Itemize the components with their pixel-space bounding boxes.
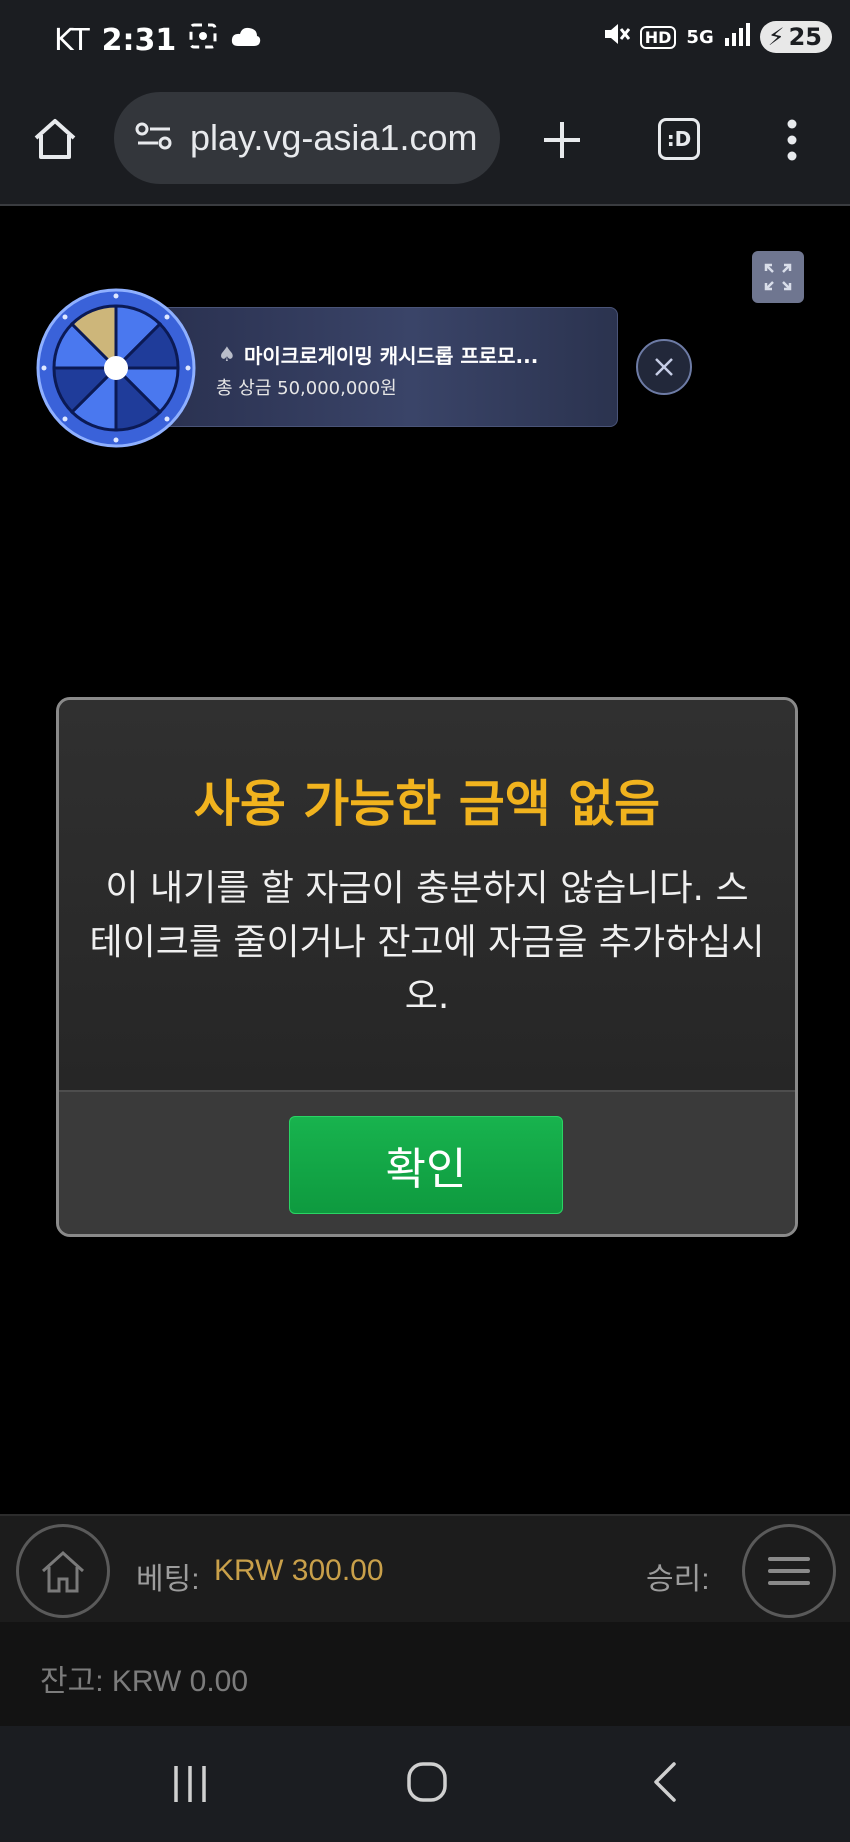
charging-icon: ⚡	[767, 23, 785, 51]
hamburger-icon	[768, 1557, 810, 1585]
site-settings-icon[interactable]	[134, 120, 174, 156]
promo-title[interactable]: 마이크로게이밍 캐시드롭 프로모...	[244, 340, 538, 369]
screenshot-icon	[188, 22, 218, 58]
close-icon	[655, 358, 673, 376]
url-text[interactable]: play.vg-asia1.com	[190, 117, 490, 159]
home-icon[interactable]	[30, 114, 80, 168]
tab-switcher-button[interactable]: :D	[658, 118, 700, 160]
house-icon	[41, 1550, 85, 1593]
game-menu-button[interactable]	[742, 1524, 836, 1618]
fullscreen-button[interactable]	[752, 251, 804, 303]
promo-prize: 총 상금 50,000,000원	[216, 378, 397, 399]
network-label: 5G	[686, 26, 714, 48]
signal-icon	[724, 22, 750, 52]
battery-indicator: ⚡ 25	[759, 21, 832, 53]
browser-toolbar: play.vg-asia1.com :D	[0, 86, 850, 206]
prize-wheel-icon[interactable]	[36, 288, 196, 448]
battery-level: 25	[788, 23, 822, 51]
status-right: HD 5G ⚡ 25	[602, 20, 832, 54]
insufficient-funds-dialog: 사용 가능한 금액 없음 이 내기를 할 자금이 충분하지 않습니다. 스테이크…	[56, 697, 798, 1237]
system-nav-bar	[0, 1726, 850, 1842]
new-tab-icon[interactable]	[538, 116, 586, 168]
cloud-icon	[230, 23, 262, 58]
confirm-button[interactable]: 확인	[289, 1116, 563, 1214]
dialog-title: 사용 가능한 금액 없음	[193, 775, 661, 833]
hd-icon: HD	[639, 25, 677, 49]
mute-icon	[602, 20, 630, 54]
clock: 2:31	[101, 22, 177, 58]
expand-icon	[764, 263, 792, 291]
home-nav-icon[interactable]	[406, 1760, 448, 1808]
promo-close-button[interactable]	[636, 339, 692, 395]
carrier-label: KT	[54, 22, 90, 58]
bet-label: 베팅:	[136, 1563, 200, 1596]
back-icon[interactable]	[650, 1760, 680, 1808]
balance-text: 잔고: KRW 0.00	[40, 1665, 249, 1698]
dialog-message: 이 내기를 할 자금이 충분하지 않습니다. 스테이크를 줄이거나 잔고에 자금…	[89, 868, 765, 1017]
dialog-content: 사용 가능한 금액 없음 이 내기를 할 자금이 충분하지 않습니다. 스테이크…	[59, 700, 795, 1090]
game-home-button[interactable]	[16, 1524, 110, 1618]
more-menu-icon[interactable]	[782, 116, 802, 168]
recents-icon[interactable]	[170, 1762, 210, 1810]
game-bet-bar	[0, 1514, 850, 1624]
tab-count[interactable]: :D	[658, 118, 700, 160]
status-bar: KT 2:31 HD 5G ⚡ 25	[0, 0, 850, 86]
win-label: 승리:	[646, 1563, 710, 1596]
address-bar[interactable]: play.vg-asia1.com	[114, 92, 500, 184]
bet-amount[interactable]: KRW 300.00	[214, 1554, 384, 1588]
spade-icon: ♠	[218, 342, 236, 366]
status-left: KT 2:31	[54, 22, 262, 58]
